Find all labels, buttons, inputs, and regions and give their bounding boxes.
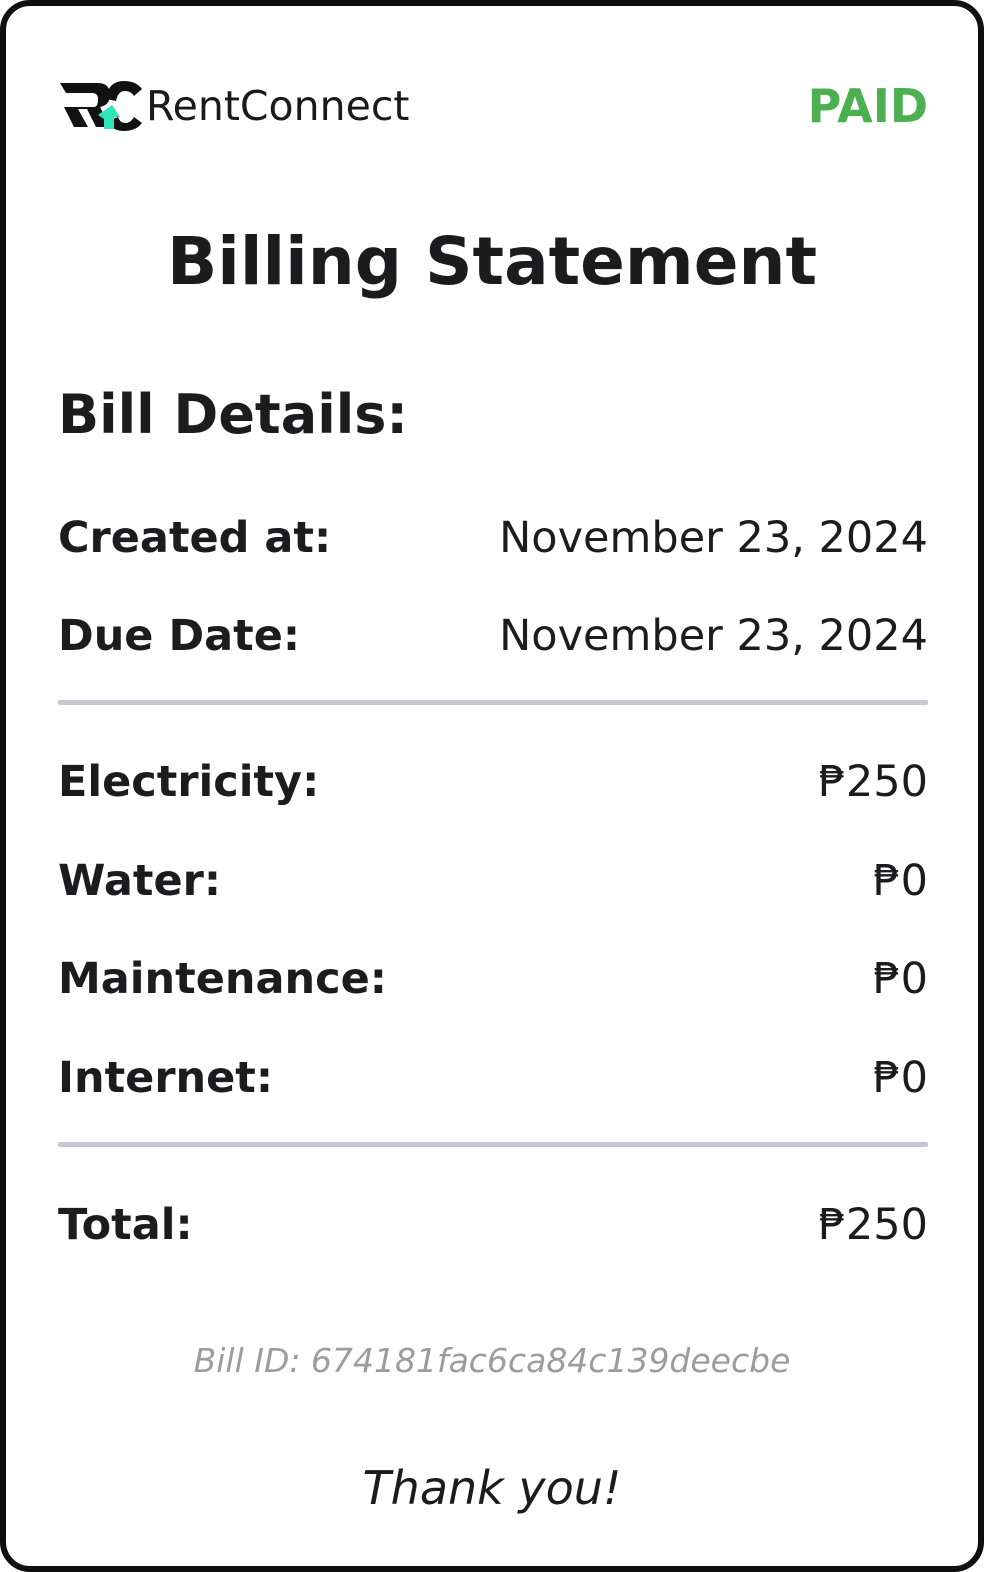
bill-id: Bill ID: 674181fac6ca84c139deecbe (193, 1341, 791, 1380)
charge-amount: ₱0 (873, 856, 928, 906)
brand-logo: RentConnect (58, 78, 409, 134)
page-title: Billing Statement (166, 223, 817, 300)
due-date-value: November 23, 2024 (499, 611, 928, 661)
thank-you-message: Thank you! (362, 1461, 622, 1515)
total-label: Total: (58, 1200, 193, 1250)
total-amount: ₱250 (818, 1200, 928, 1250)
charge-label: Internet: (58, 1053, 274, 1103)
charge-row-maintenance: Maintenance: ₱0 (58, 949, 928, 1009)
charge-label: Electricity: (58, 757, 320, 807)
billing-statement-card: RentConnect PAID Billing Statement Bill … (0, 0, 984, 1572)
due-date-label: Due Date: (58, 611, 301, 661)
payment-status-badge: PAID (807, 79, 928, 133)
charge-amount: ₱0 (873, 954, 928, 1004)
charge-row-electricity: Electricity: ₱250 (58, 752, 928, 812)
statement-header: RentConnect PAID (58, 76, 928, 136)
charge-amount: ₱0 (873, 1053, 928, 1103)
brand-name: RentConnect (146, 82, 410, 130)
due-date-row: Due Date: November 23, 2024 (58, 606, 928, 666)
created-at-label: Created at: (58, 513, 332, 563)
total-row: Total: ₱250 (58, 1195, 928, 1255)
created-at-value: November 23, 2024 (499, 513, 928, 563)
divider-top (58, 700, 928, 705)
bill-details-heading: Bill Details: (58, 383, 408, 446)
charge-label: Water: (58, 856, 222, 906)
created-at-row: Created at: November 23, 2024 (58, 508, 928, 568)
charge-label: Maintenance: (58, 954, 387, 1004)
charge-row-water: Water: ₱0 (58, 851, 928, 911)
divider-bottom (58, 1142, 928, 1147)
charge-row-internet: Internet: ₱0 (58, 1048, 928, 1108)
rc-logo-icon (60, 81, 142, 131)
charge-amount: ₱250 (818, 757, 928, 807)
